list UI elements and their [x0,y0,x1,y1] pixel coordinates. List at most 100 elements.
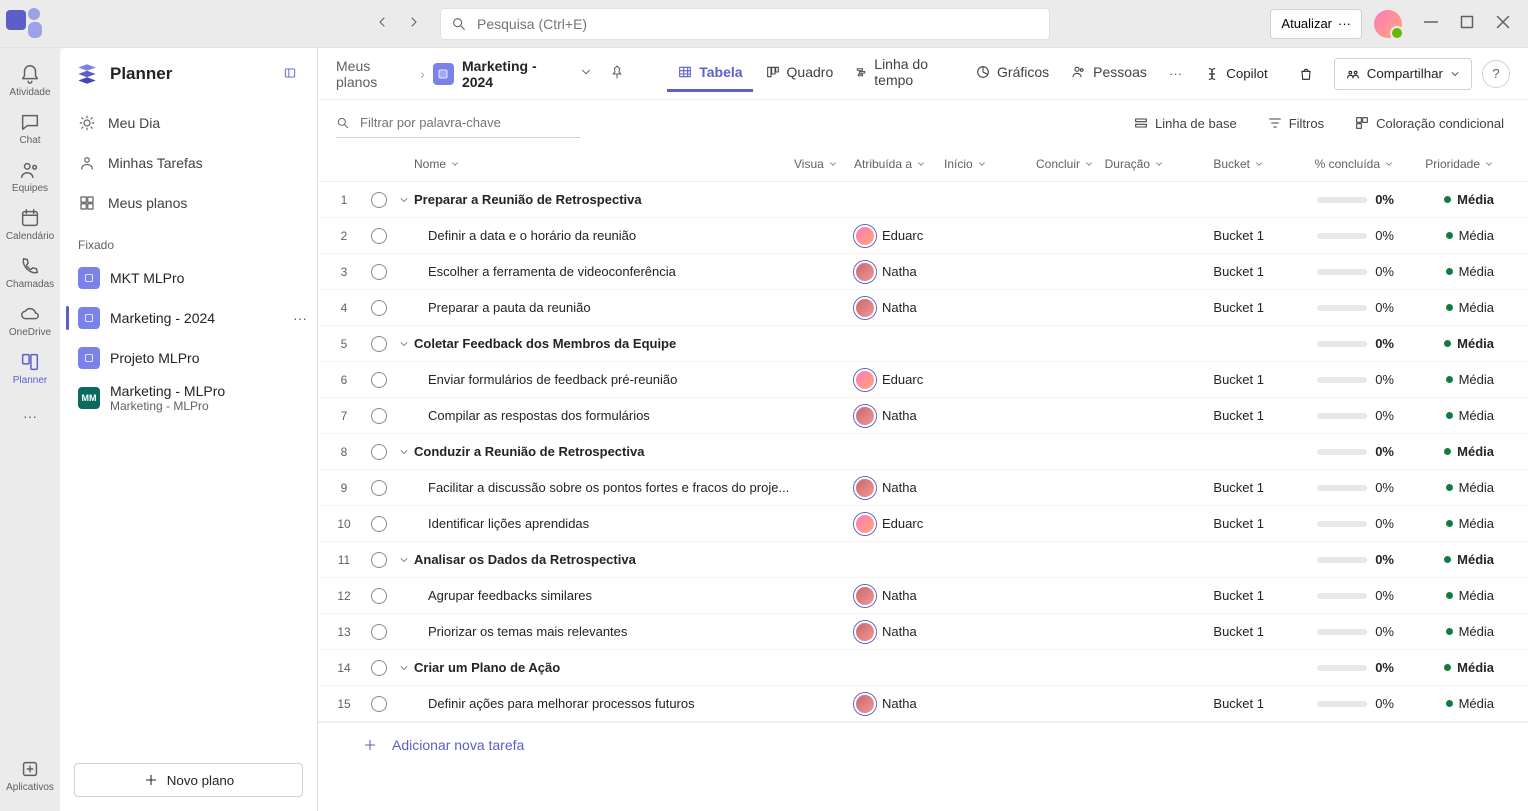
filter-input-wrapper[interactable] [336,108,580,138]
global-search[interactable] [440,8,1050,40]
task-row[interactable]: 13 Priorizar os temas mais relevantes Na… [318,614,1528,650]
collapse-panel-button[interactable] [277,61,303,87]
col-end[interactable]: Concluir [1004,157,1094,171]
col-priority[interactable]: Prioridade [1394,157,1494,171]
add-task-row[interactable]: Adicionar nova tarefa [318,722,1528,766]
col-pct[interactable]: % concluída [1264,157,1394,171]
pct-value: 0% [1375,336,1394,351]
complete-checkbox[interactable] [371,588,387,604]
task-row[interactable]: 3 Escolher a ferramenta de videoconferên… [318,254,1528,290]
task-row[interactable]: 2 Definir a data e o horário da reunião … [318,218,1528,254]
task-row[interactable]: 11 Analisar os Dados da Retrospectiva 0%… [318,542,1528,578]
filters-button[interactable]: Filtros [1261,114,1330,132]
share-button[interactable]: Compartilhar [1334,58,1472,90]
window-close-button[interactable] [1486,10,1520,38]
rail-more[interactable]: ··· [3,392,57,440]
more-views-button[interactable]: ··· [1165,62,1186,85]
rail-onedrive[interactable]: OneDrive [3,296,57,344]
planner-icon [19,351,41,373]
chevron-down-icon[interactable] [398,446,410,458]
view-tab-tabela[interactable]: Tabela [667,56,752,92]
complete-checkbox[interactable] [371,552,387,568]
nav-my-plans[interactable]: Meus planos [68,184,309,222]
complete-checkbox[interactable] [371,696,387,712]
bucket-cell: Bucket 1 [1164,300,1264,315]
col-start[interactable]: Início [944,157,1004,171]
baseline-button[interactable]: Linha de base [1127,114,1243,132]
conditional-coloring-button[interactable]: Coloração condicional [1348,114,1510,132]
col-duration[interactable]: Duração [1094,157,1164,171]
complete-checkbox[interactable] [371,264,387,280]
update-button[interactable]: Atualizar··· [1270,9,1362,39]
task-row[interactable]: 6 Enviar formulários de feedback pré-reu… [318,362,1528,398]
col-name[interactable]: Nome [414,157,794,171]
progress-bar [1317,197,1367,203]
priority-dot-icon [1446,376,1453,383]
task-name: Facilitar a discussão sobre os pontos fo… [414,480,794,495]
pin-button[interactable] [605,60,629,87]
chevron-down-icon[interactable] [398,338,410,350]
task-row[interactable]: 5 Coletar Feedback dos Membros da Equipe… [318,326,1528,362]
task-row[interactable]: 14 Criar um Plano de Ação 0% Média [318,650,1528,686]
plan-item[interactable]: Projeto MLPro [60,338,317,378]
window-minimize-button[interactable] [1414,10,1448,38]
nav-back-button[interactable] [368,10,396,38]
breadcrumb-root[interactable]: Meus planos [336,58,412,90]
rail-calls[interactable]: Chamadas [3,248,57,296]
col-visu[interactable]: Visua [794,157,854,171]
complete-checkbox[interactable] [371,300,387,316]
task-row[interactable]: 10 Identificar lições aprendidas Eduarc … [318,506,1528,542]
rail-teams[interactable]: Equipes [3,152,57,200]
view-tab-gráficos[interactable]: Gráficos [965,56,1059,92]
complete-checkbox[interactable] [371,480,387,496]
complete-checkbox[interactable] [371,192,387,208]
rail-planner[interactable]: Planner [3,344,57,392]
more-icon[interactable]: ··· [293,310,307,326]
priority-label: Média [1459,228,1494,243]
complete-checkbox[interactable] [371,660,387,676]
complete-checkbox[interactable] [371,228,387,244]
plan-item[interactable]: Marketing - 2024 ··· [60,298,317,338]
window-maximize-button[interactable] [1450,10,1484,38]
complete-checkbox[interactable] [371,516,387,532]
plan-item[interactable]: MKT MLPro [60,258,317,298]
task-row[interactable]: 4 Preparar a pauta da reunião Natha Buck… [318,290,1528,326]
view-tab-quadro[interactable]: Quadro [755,56,844,92]
plan-icon: MM [78,387,100,409]
chevron-down-icon[interactable] [398,194,410,206]
nav-forward-button[interactable] [400,10,428,38]
rail-calendar[interactable]: Calendário [3,200,57,248]
task-row[interactable]: 9 Facilitar a discussão sobre os pontos … [318,470,1528,506]
col-bucket[interactable]: Bucket [1164,157,1264,171]
col-assigned[interactable]: Atribuída a [854,157,944,171]
complete-checkbox[interactable] [371,372,387,388]
teams-logo-icon[interactable] [0,0,48,48]
task-row[interactable]: 15 Definir ações para melhorar processos… [318,686,1528,722]
task-row[interactable]: 1 Preparar a Reunião de Retrospectiva 0%… [318,182,1528,218]
rail-activity[interactable]: Atividade [3,56,57,104]
nav-my-tasks[interactable]: Minhas Tarefas [68,144,309,182]
plan-item[interactable]: MM Marketing - MLProMarketing - MLPro [60,378,317,418]
help-button[interactable]: ? [1482,60,1510,88]
rail-apps[interactable]: Aplicativos [3,751,57,799]
search-input[interactable] [475,15,1039,33]
nav-my-day[interactable]: Meu Dia [68,104,309,142]
chevron-down-icon[interactable] [398,662,410,674]
complete-checkbox[interactable] [371,624,387,640]
bag-button[interactable] [1288,58,1324,90]
plan-dropdown-button[interactable] [575,61,597,86]
filter-input[interactable] [358,114,580,131]
complete-checkbox[interactable] [371,408,387,424]
complete-checkbox[interactable] [371,444,387,460]
task-row[interactable]: 7 Compilar as respostas dos formulários … [318,398,1528,434]
complete-checkbox[interactable] [371,336,387,352]
task-row[interactable]: 8 Conduzir a Reunião de Retrospectiva 0%… [318,434,1528,470]
chevron-down-icon[interactable] [398,554,410,566]
user-avatar[interactable] [1374,10,1402,38]
view-tab-linha-do-tempo[interactable]: Linha do tempo [845,56,963,92]
copilot-button[interactable]: Copilot [1194,58,1278,90]
rail-chat[interactable]: Chat [3,104,57,152]
new-plan-button[interactable]: Novo plano [74,763,303,797]
view-tab-pessoas[interactable]: Pessoas [1061,56,1157,92]
task-row[interactable]: 12 Agrupar feedbacks similares Natha Buc… [318,578,1528,614]
